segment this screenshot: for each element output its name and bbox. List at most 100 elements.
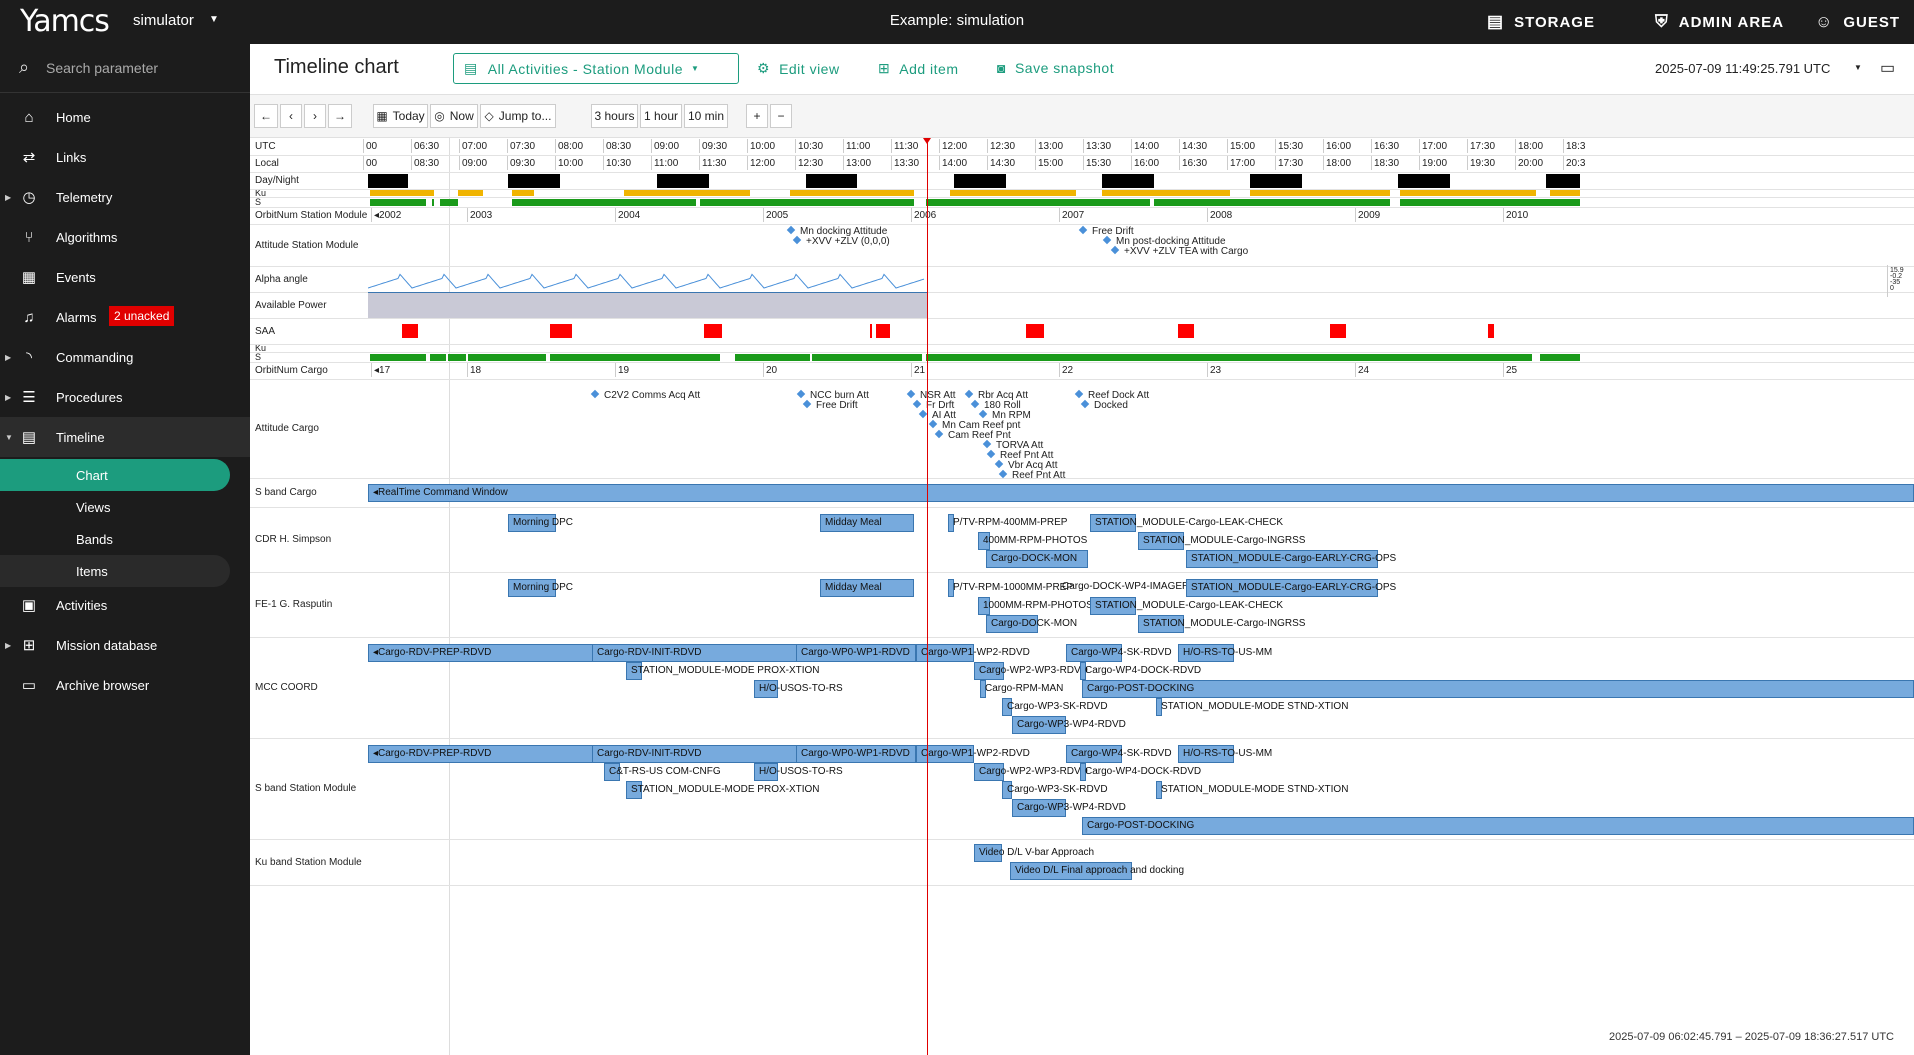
zoom-in-button[interactable]: +	[746, 104, 768, 128]
sband-station-activity[interactable]: Cargo-WP1-WP2-RDVD	[916, 745, 1030, 763]
attitude-station-milestone[interactable]: +XVV +ZLV TEA with Cargo	[1110, 245, 1248, 257]
sband-station-activity[interactable]: ◂Cargo-RDV-PREP-RDVD	[368, 745, 594, 763]
zoom-3h-button[interactable]: 3 hours	[591, 104, 638, 128]
monitor-icon[interactable]: ▭	[1880, 58, 1895, 78]
sband-station-activity[interactable]: Cargo-POST-DOCKING	[1082, 817, 1914, 835]
next-button[interactable]: ›	[304, 104, 326, 128]
sband-station-activity[interactable]: H/O-USOS-TO-RS	[754, 763, 843, 781]
sband-station-activity[interactable]: H/O-RS-TO-US-MM	[1178, 745, 1272, 763]
add-item-button[interactable]: ⊞ Add item	[878, 60, 958, 77]
sband-station-activity[interactable]: Cargo-WP4-SK-RDVD	[1066, 745, 1172, 763]
attitude-station-milestone[interactable]: +XVV +ZLV (0,0,0)	[792, 235, 890, 247]
mcc-activity[interactable]: Cargo-WP2-WP3-RDVD	[974, 662, 1088, 680]
mcc-activity[interactable]: Cargo-WP4-SK-RDVD	[1066, 644, 1172, 662]
cdr-activity[interactable]: STATION_MODULE-Cargo-EARLY-CRG-OPS	[1186, 550, 1396, 568]
sband-station-activity[interactable]: Cargo-WP3-SK-RDVD	[1002, 781, 1108, 799]
mcc-activity[interactable]: Cargo-WP3-SK-RDVD	[1002, 698, 1108, 716]
sidebar-item-alarms[interactable]: ♫ Alarms 2 unacked	[0, 297, 250, 337]
sidebar-item-commanding[interactable]: ▶ ◝ Commanding	[0, 337, 250, 377]
collapse-icon[interactable]: ▼	[5, 433, 13, 442]
attitude-cargo-milestone[interactable]: C2V2 Comms Acq Att	[590, 389, 700, 401]
edit-view-button[interactable]: ⚙ Edit view	[757, 60, 840, 77]
sband-station-activity[interactable]: STATION_MODULE-MODE PROX-XTION	[626, 781, 820, 799]
sidebar-item-timeline[interactable]: ▼ ▤ Timeline	[0, 417, 250, 457]
sidebar-item-archive-browser[interactable]: ▭ Archive browser	[0, 665, 250, 705]
fe1-activity[interactable]: Midday Meal	[820, 579, 914, 597]
cdr-activity[interactable]: Midday Meal	[820, 514, 914, 532]
cdr-activity[interactable]: P/TV-RPM-400MM-PREP	[948, 514, 1067, 532]
sidebar-item-events[interactable]: ▦ Events	[0, 257, 250, 297]
cdr-activity[interactable]: Cargo-DOCK-MON	[986, 550, 1088, 568]
expand-icon[interactable]: ▶	[5, 193, 11, 202]
fe1-activity[interactable]: Cargo-DOCK-MON	[986, 615, 1077, 633]
chevron-down-icon[interactable]: ▼	[1854, 63, 1862, 72]
jump-end-button[interactable]: →	[328, 104, 352, 128]
mcc-activity[interactable]: Cargo-RPM-MAN	[980, 680, 1063, 698]
cdr-activity[interactable]: STATION_MODULE-Cargo-LEAK-CHECK	[1090, 514, 1283, 532]
jump-to-button[interactable]: ◇ Jump to...	[480, 104, 556, 128]
sidebar-item-activities[interactable]: ▣ Activities	[0, 585, 250, 625]
sband-station-activity[interactable]: Cargo-WP0-WP1-RDVD	[796, 745, 916, 763]
mcc-activity[interactable]: Cargo-WP0-WP1-RDVD	[796, 644, 916, 662]
zoom-out-button[interactable]: −	[770, 104, 792, 128]
sband-station-activity[interactable]: Cargo-WP4-DOCK-RDVD	[1080, 763, 1201, 781]
today-button[interactable]: ▦ Today	[373, 104, 428, 128]
fe1-activity[interactable]: 1000MM-RPM-PHOTOS	[978, 597, 1093, 615]
search-input[interactable]	[46, 56, 236, 80]
sidebar-item-links[interactable]: ⇄ Links	[0, 137, 250, 177]
sidebar-item-items[interactable]: Items	[0, 555, 230, 587]
fe1-activity[interactable]: STATION_MODULE-Cargo-EARLY-CRG-OPS	[1186, 579, 1396, 597]
sband-cargo-activity[interactable]: ◂RealTime Command Window	[368, 484, 1914, 502]
expand-icon[interactable]: ▶	[5, 641, 11, 650]
jump-start-button[interactable]: ←	[254, 104, 278, 128]
mcc-activity[interactable]: Cargo-RDV-INIT-RDVD	[592, 644, 798, 662]
sband-station-activity[interactable]: STATION_MODULE-MODE STND-XTION	[1156, 781, 1348, 799]
sband-station-activity[interactable]: C&T-RS-US COM-CNFG	[604, 763, 721, 781]
mcc-activity[interactable]: STATION_MODULE-MODE PROX-XTION	[626, 662, 820, 680]
sidebar-item-bands[interactable]: Bands	[0, 523, 230, 555]
mcc-activity[interactable]: H/O-USOS-TO-RS	[754, 680, 843, 698]
mcc-activity[interactable]: Cargo-WP4-DOCK-RDVD	[1080, 662, 1201, 680]
mcc-activity[interactable]: H/O-RS-TO-US-MM	[1178, 644, 1272, 662]
save-snapshot-button[interactable]: ◙ Save snapshot	[997, 60, 1114, 76]
fe1-activity[interactable]: P/TV-RPM-1000MM-PREP	[948, 579, 1073, 597]
expand-icon[interactable]: ▶	[5, 353, 11, 362]
sidebar-item-algorithms[interactable]: ⑂ Algorithms	[0, 217, 250, 257]
mcc-activity[interactable]: STATION_MODULE-MODE STND-XTION	[1156, 698, 1348, 716]
sband-station-activity[interactable]: Cargo-WP2-WP3-RDVD	[974, 763, 1088, 781]
zoom-1h-button[interactable]: 1 hour	[640, 104, 682, 128]
now-button[interactable]: ◎ Now	[430, 104, 478, 128]
storage-button[interactable]: ▤ STORAGE	[1487, 10, 1595, 34]
sidebar-item-procedures[interactable]: ▶ ☰ Procedures	[0, 377, 250, 417]
timeline-chart[interactable]: UTC Local Day/Night Ku S OrbitNum Station Mod…	[250, 138, 1914, 1055]
expand-icon[interactable]: ▶	[5, 393, 11, 402]
sidebar-item-mission-database[interactable]: ▶ ⊞ Mission database	[0, 625, 250, 665]
view-select[interactable]: ▤ All Activities - Station Module ▼	[453, 53, 739, 84]
sidebar-item-telemetry[interactable]: ▶ ◷ Telemetry	[0, 177, 250, 217]
previous-button[interactable]: ‹	[280, 104, 302, 128]
fe1-activity[interactable]: STATION_MODULE-Cargo-LEAK-CHECK	[1090, 597, 1283, 615]
cdr-activity[interactable]: STATION_MODULE-Cargo-INGRSS	[1138, 532, 1305, 550]
cdr-activity[interactable]: 400MM-RPM-PHOTOS	[978, 532, 1087, 550]
sband-station-activity[interactable]: Cargo-RDV-INIT-RDVD	[592, 745, 798, 763]
attitude-cargo-milestone[interactable]: Reef Pnt Att	[998, 469, 1065, 481]
attitude-cargo-milestone[interactable]: Free Drift	[802, 399, 858, 411]
fe1-activity[interactable]: STATION_MODULE-Cargo-INGRSS	[1138, 615, 1305, 633]
mcc-activity[interactable]: Cargo-WP3-WP4-RDVD	[1012, 716, 1126, 734]
mcc-activity[interactable]: Cargo-WP1-WP2-RDVD	[916, 644, 1030, 662]
fe1-activity[interactable]: Cargo-DOCK-WP4-IMAGERY	[1058, 579, 1196, 597]
cdr-activity[interactable]: Morning DPC	[508, 514, 573, 532]
sidebar-item-views[interactable]: Views	[0, 491, 230, 523]
kuband-station-activity[interactable]: Video D/L Final approach and docking	[1010, 862, 1184, 880]
mcc-activity[interactable]: ◂Cargo-RDV-PREP-RDVD	[368, 644, 594, 662]
sidebar-item-chart[interactable]: Chart	[0, 459, 230, 491]
admin-area-button[interactable]: ⛨ ADMIN AREA	[1655, 10, 1784, 34]
attitude-cargo-milestone[interactable]: Docked	[1080, 399, 1128, 411]
fe1-activity[interactable]: Morning DPC	[508, 579, 573, 597]
mcc-activity[interactable]: Cargo-POST-DOCKING	[1082, 680, 1914, 698]
mission-time[interactable]: 2025-07-09 11:49:25.791 UTC	[1655, 61, 1830, 76]
user-button[interactable]: ☺ GUEST	[1815, 10, 1900, 34]
attitude-cargo-milestone[interactable]: Mn RPM	[978, 409, 1031, 421]
kuband-station-activity[interactable]: Video D/L V-bar Approach	[974, 844, 1094, 862]
zoom-10m-button[interactable]: 10 min	[684, 104, 728, 128]
